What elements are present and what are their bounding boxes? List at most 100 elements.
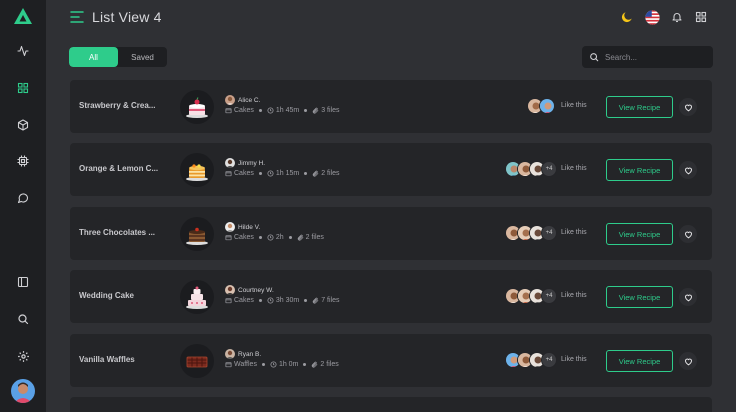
category-icon xyxy=(225,298,232,304)
message-circle-icon[interactable] xyxy=(13,188,33,208)
author-avatar xyxy=(225,158,235,168)
heart-icon[interactable] xyxy=(679,352,697,370)
paperclip-icon xyxy=(313,107,319,114)
settings-icon[interactable] xyxy=(13,346,33,366)
moon-icon[interactable] xyxy=(619,9,635,25)
recipe-card: Vanilla Waffles Ryan B. Waffles 1h 0m 2 … xyxy=(70,334,712,387)
paperclip-icon xyxy=(313,170,319,177)
author-name: Alice C. xyxy=(238,96,261,104)
clock-icon xyxy=(267,234,274,241)
heart-icon[interactable] xyxy=(679,225,697,243)
separator-dot xyxy=(258,109,262,112)
recipe-card: Strawberry & Crea... Alice C. Cakes 1h 4… xyxy=(70,80,712,133)
more-likers-count: +4 xyxy=(541,288,557,304)
author-name: Courtney W. xyxy=(238,286,274,294)
author-avatar xyxy=(225,349,235,359)
menu-toggle-icon[interactable] xyxy=(70,10,84,24)
grid-icon[interactable] xyxy=(13,78,33,98)
view-recipe-button[interactable]: View Recipe xyxy=(606,96,673,118)
like-label: Like this xyxy=(561,165,587,172)
search-input[interactable] xyxy=(605,52,705,62)
clock-icon xyxy=(267,107,274,114)
author-name: Ryan B. xyxy=(238,350,262,358)
likers-group xyxy=(527,98,555,114)
user-avatar[interactable] xyxy=(11,379,35,403)
clock-icon xyxy=(267,170,274,177)
recipe-thumbnail xyxy=(180,217,214,251)
paperclip-icon xyxy=(312,361,318,368)
activity-icon[interactable] xyxy=(13,41,33,61)
search-box xyxy=(582,46,713,68)
tab-saved[interactable]: Saved xyxy=(118,47,167,67)
view-recipe-button[interactable]: View Recipe xyxy=(606,223,673,245)
recipe-thumbnail xyxy=(180,280,214,314)
recipe-category: Cakes xyxy=(234,107,254,114)
like-label: Like this xyxy=(561,102,587,109)
recipe-title[interactable]: Strawberry & Crea... xyxy=(79,101,171,110)
recipe-author: Alice C. xyxy=(225,95,260,105)
recipe-meta: Cakes 1h 15m 2 files xyxy=(225,170,340,177)
heart-icon[interactable] xyxy=(679,161,697,179)
like-label: Like this xyxy=(561,292,587,299)
recipe-thumbnail xyxy=(180,90,214,124)
author-name: Jimmy H. xyxy=(238,159,266,167)
clock-icon xyxy=(267,297,274,304)
liker-avatar xyxy=(539,98,555,114)
like-label: Like this xyxy=(561,356,587,363)
separator-dot xyxy=(303,363,307,366)
sidebar-toggle-icon[interactable] xyxy=(13,272,33,292)
recipe-title[interactable]: Three Chocolates ... xyxy=(79,228,171,237)
paperclip-icon xyxy=(313,297,319,304)
recipe-author: Courtney W. xyxy=(225,285,274,295)
category-icon xyxy=(225,171,232,177)
recipe-card: Orange & Lemon C... Jimmy H. Cakes 1h 15… xyxy=(70,143,712,196)
recipe-title[interactable]: Vanilla Waffles xyxy=(79,355,171,364)
recipe-meta: Waffles 1h 0m 2 files xyxy=(225,361,339,368)
separator-dot xyxy=(304,109,308,112)
recipe-category: Waffles xyxy=(234,361,257,368)
cpu-icon[interactable] xyxy=(13,151,33,171)
recipe-title[interactable]: Wedding Cake xyxy=(79,291,171,300)
recipe-time: 3h 30m xyxy=(275,297,300,304)
view-recipe-button[interactable]: View Recipe xyxy=(606,286,673,308)
separator-dot xyxy=(261,363,265,366)
us-flag-icon[interactable] xyxy=(644,9,660,25)
search-icon[interactable] xyxy=(13,309,33,329)
likers-group: +4 xyxy=(505,288,557,304)
clock-icon xyxy=(270,361,277,368)
apps-grid-icon[interactable] xyxy=(693,9,709,25)
more-likers-count: +4 xyxy=(541,352,557,368)
category-icon xyxy=(225,362,232,368)
sidebar xyxy=(0,0,46,412)
heart-icon[interactable] xyxy=(679,288,697,306)
author-avatar xyxy=(225,222,235,232)
search-icon xyxy=(590,53,599,62)
recipe-card: Wedding Cake Courtney W. Cakes 3h 30m 7 … xyxy=(70,270,712,323)
author-avatar xyxy=(225,285,235,295)
view-recipe-button[interactable]: View Recipe xyxy=(606,350,673,372)
recipe-files: 7 files xyxy=(321,297,340,304)
recipe-category: Cakes xyxy=(234,297,254,304)
more-likers-count: +4 xyxy=(541,161,557,177)
separator-dot xyxy=(288,236,292,239)
heart-icon[interactable] xyxy=(679,98,697,116)
recipe-time: 2h xyxy=(275,234,284,241)
recipe-time: 1h 45m xyxy=(275,107,300,114)
view-recipe-button[interactable]: View Recipe xyxy=(606,159,673,181)
bell-icon[interactable] xyxy=(669,9,685,25)
recipe-meta: Cakes 2h 2 files xyxy=(225,234,324,241)
cube-icon[interactable] xyxy=(13,115,33,135)
category-icon xyxy=(225,235,232,241)
tab-all[interactable]: All xyxy=(69,47,118,67)
recipe-meta: Cakes 3h 30m 7 files xyxy=(225,297,340,304)
recipe-time: 1h 0m xyxy=(278,361,299,368)
recipe-title[interactable]: Orange & Lemon C... xyxy=(79,164,171,173)
recipe-thumbnail xyxy=(180,153,214,187)
separator-dot xyxy=(258,236,262,239)
recipe-category: Cakes xyxy=(234,170,254,177)
page-title: List View 4 xyxy=(92,9,162,25)
logo-triangle-icon[interactable] xyxy=(13,7,33,25)
recipe-author: Jimmy H. xyxy=(225,158,265,168)
recipe-thumbnail xyxy=(180,344,214,378)
likers-group: +4 xyxy=(505,352,557,368)
